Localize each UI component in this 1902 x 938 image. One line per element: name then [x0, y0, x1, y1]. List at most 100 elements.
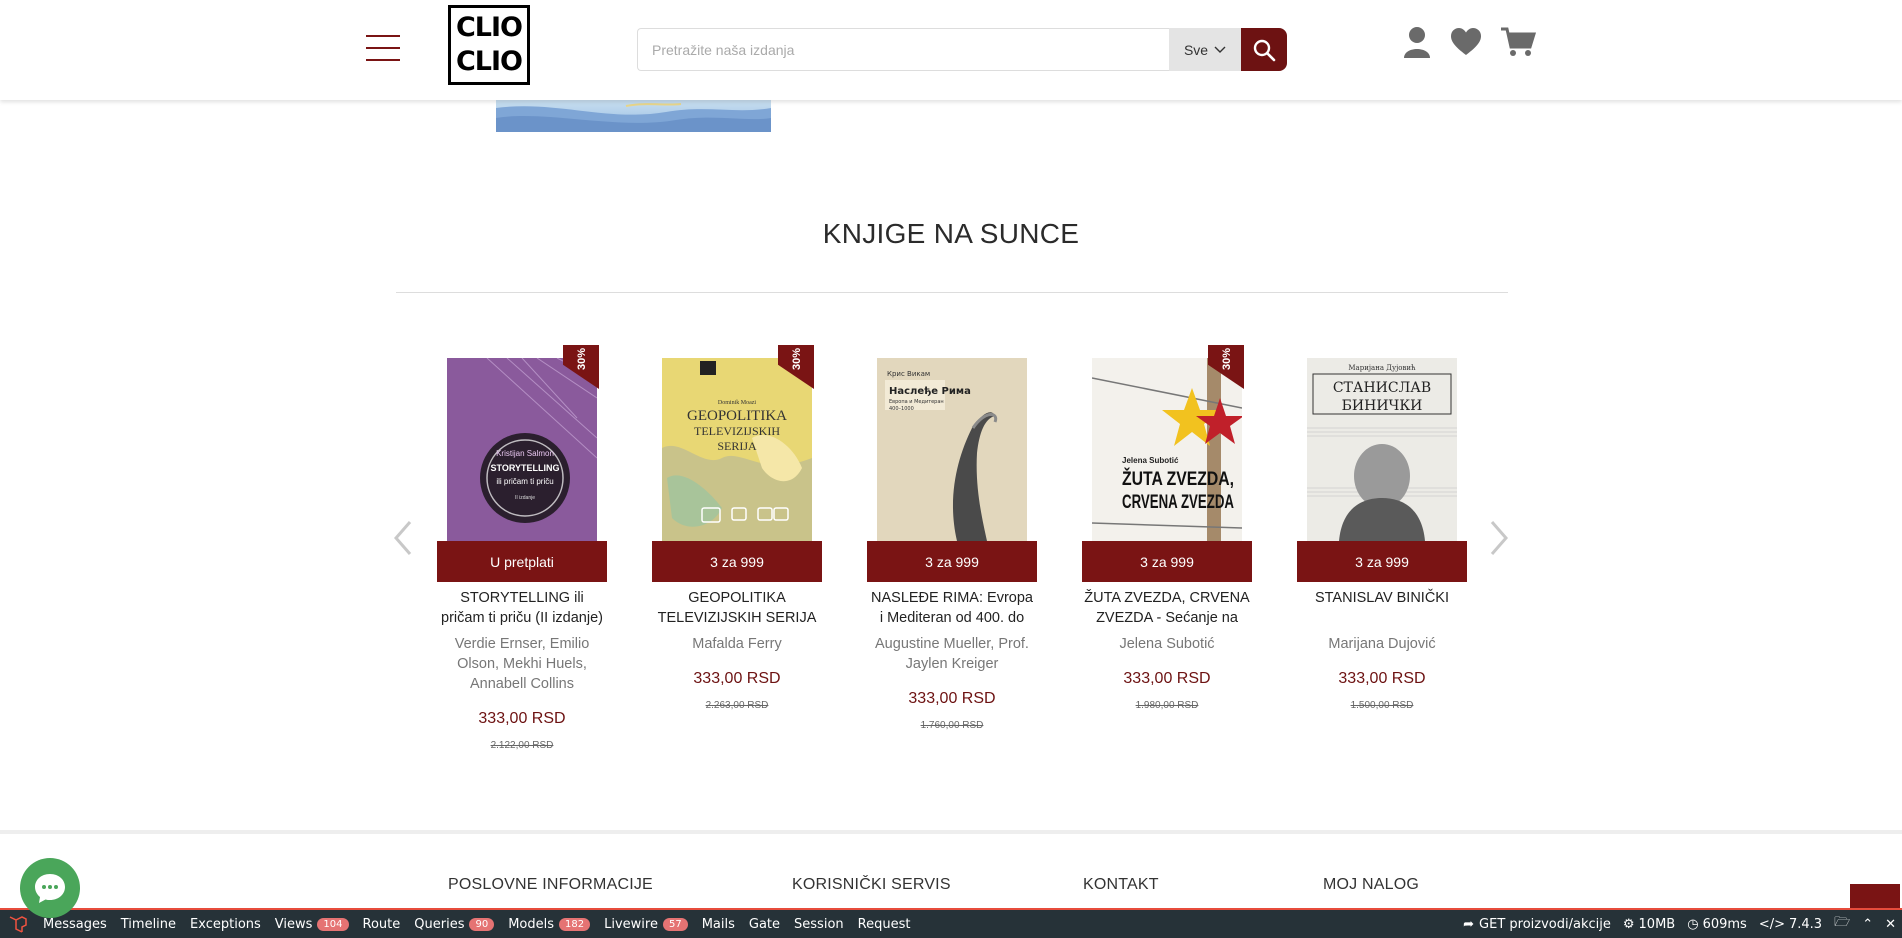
book-cover-image[interactable]: Dominik Moazi GEOPOLITIKA TELEVIZIJSKIH …	[662, 358, 812, 541]
debug-tab-models[interactable]: Models 182	[501, 910, 597, 938]
debug-memory: ⚙ 10MB	[1617, 910, 1681, 938]
footer-heading-business-info: POSLOVNE INFORMACIJE	[448, 876, 653, 893]
chevron-up-icon[interactable]: ⌃	[1856, 910, 1879, 938]
site-header: CLIO CLIO Sve	[0, 0, 1902, 100]
debug-php-version: </> 7.4.3	[1753, 910, 1828, 938]
close-icon[interactable]: ✕	[1879, 910, 1902, 938]
user-icon[interactable]	[1402, 26, 1432, 58]
cover-author: Jelena Subotić	[1122, 456, 1179, 465]
chat-widget-button[interactable]	[20, 858, 80, 918]
product-old-price: 2.122,00 RSD	[490, 740, 554, 751]
product-title[interactable]: STANISLAV BINIČKI	[1297, 588, 1467, 628]
debug-bar: Messages Timeline Exceptions Views 104 Ro…	[0, 908, 1902, 938]
search-icon	[1253, 39, 1276, 61]
debug-tab-livewire[interactable]: Livewire 57	[597, 910, 695, 938]
laravel-logo-icon[interactable]	[0, 910, 36, 938]
debug-tab-label: Views	[274, 916, 313, 932]
cover-years: 400–1000	[889, 406, 914, 412]
chevron-right-icon	[1490, 521, 1508, 555]
debug-count-badge: 57	[662, 917, 688, 931]
debug-php-label: 7.4.3	[1788, 916, 1823, 932]
debug-time: ◷ 609ms	[1681, 910, 1753, 938]
section-title: KNJIGE NA SUNCE	[822, 218, 1080, 249]
product-title[interactable]: ŽUTA ZVEZDA, CRVENA ZVEZDA - Sećanje na …	[1082, 588, 1252, 628]
logo-text-top: CLIO	[455, 12, 523, 43]
promo-badge[interactable]: 3 za 999	[652, 541, 822, 582]
cover-subtitle: Европа и Медитеран	[889, 399, 944, 405]
debug-count-badge: 90	[469, 917, 495, 931]
heart-icon[interactable]	[1450, 27, 1482, 57]
section-divider	[396, 292, 1508, 293]
cart-icon[interactable]	[1500, 26, 1536, 58]
product-card[interactable]: Kristijan Salmon STORYTELLING ili pričam…	[437, 345, 607, 751]
product-price: 333,00 RSD	[1123, 670, 1211, 687]
debug-memory-label: 10MB	[1638, 916, 1676, 932]
cogs-icon: ⚙	[1622, 916, 1635, 932]
book-cover-image[interactable]: Jelena Subotić ŽUTA ZVEZDA, CRVENA ZVEZD…	[1092, 358, 1242, 541]
cover-title: STORYTELLING	[490, 463, 559, 473]
debug-tab-timeline[interactable]: Timeline	[114, 910, 183, 938]
code-icon: </>	[1758, 916, 1785, 932]
product-title[interactable]: NASLEĐE RIMA: Evropa i Mediteran od 400.…	[867, 588, 1037, 628]
carousel-next-arrow[interactable]	[1488, 520, 1510, 561]
debug-count-badge: 104	[317, 917, 349, 931]
header-icons	[1402, 26, 1536, 58]
product-card[interactable]: Dominik Moazi GEOPOLITIKA TELEVIZIJSKIH …	[652, 345, 822, 751]
search-bar: Sve	[637, 28, 1287, 71]
site-logo[interactable]: CLIO CLIO	[448, 5, 530, 85]
debug-tab-label: Queries	[414, 916, 465, 932]
search-button[interactable]	[1241, 28, 1287, 71]
book-cover-image[interactable]: Маријана Дујовић СТАНИСЛАВ БИНИЧКИ	[1307, 358, 1457, 541]
product-author: Verdie Ernser, Emilio Olson, Mekhi Huels…	[454, 636, 590, 692]
product-title[interactable]: STORYTELLING ili pričam ti priču (II izd…	[437, 588, 607, 628]
book-cover-image[interactable]: Kristijan Salmon STORYTELLING ili pričam…	[447, 358, 597, 541]
product-price: 333,00 RSD	[693, 670, 781, 687]
cover-author: Dominik Moazi	[718, 400, 756, 406]
product-card[interactable]: Jelena Subotić ŽUTA ZVEZDA, CRVENA ZVEZD…	[1082, 345, 1252, 751]
scroll-to-top-button[interactable]	[1850, 884, 1900, 910]
footer-heading-my-account: MOJ NALOG	[1323, 876, 1420, 893]
debug-tab-gate[interactable]: Gate	[742, 910, 787, 938]
folder-open-icon[interactable]: 🗁	[1828, 910, 1856, 938]
promo-badge[interactable]: 3 za 999	[1082, 541, 1252, 582]
chevron-down-icon	[1214, 46, 1226, 53]
cover-title: Наслеђе Рима	[889, 385, 971, 397]
debug-tab-views[interactable]: Views 104	[268, 910, 356, 938]
promo-badge[interactable]: 3 za 999	[867, 541, 1037, 582]
debug-tab-request[interactable]: Request	[851, 910, 918, 938]
product-card[interactable]: Маријана Дујовић СТАНИСЛАВ БИНИЧКИ 3 za …	[1297, 345, 1467, 751]
debug-tab-label: Gate	[748, 916, 781, 932]
product-author: Marijana Dujović	[1328, 636, 1436, 652]
search-category-select[interactable]: Sve	[1169, 28, 1241, 71]
cover-subtitle: TELEVIZIJSKIH	[694, 424, 780, 438]
debug-tab-route[interactable]: Route	[356, 910, 408, 938]
product-title[interactable]: GEOPOLITIKA TELEVIZIJSKIH SERIJA	[652, 588, 822, 628]
discount-label: 30%	[791, 347, 803, 371]
promo-badge[interactable]: 3 za 999	[1297, 541, 1467, 582]
product-card[interactable]: Крис Викам Наслеђе Рима Европа и Медитер…	[867, 345, 1037, 751]
debug-tab-mails[interactable]: Mails	[695, 910, 742, 938]
product-old-price: 1.980,00 RSD	[1135, 700, 1199, 711]
chat-bubble-icon	[35, 874, 65, 903]
promo-badge[interactable]: U pretplati	[437, 541, 607, 582]
cover-author: Kristijan Salmon	[496, 449, 554, 458]
debug-tab-queries[interactable]: Queries 90	[407, 910, 501, 938]
book-cover-image[interactable]: Крис Викам Наслеђе Рима Европа и Медитер…	[877, 358, 1027, 541]
debug-tab-session[interactable]: Session	[787, 910, 851, 938]
cover-subtitle: БИНИЧКИ	[1342, 398, 1423, 414]
product-price: 333,00 RSD	[478, 710, 566, 727]
search-input[interactable]	[637, 28, 1169, 71]
debug-tab-exceptions[interactable]: Exceptions	[183, 910, 268, 938]
cover-title: ŽUTA ZVEZDA,	[1122, 468, 1234, 490]
debug-tab-label: Models	[508, 916, 555, 932]
chevron-left-icon	[394, 521, 412, 555]
hamburger-menu-icon[interactable]	[366, 35, 400, 63]
logo-text-bottom: CLIO	[455, 46, 523, 77]
debug-route[interactable]: ➦ GET proizvodi/akcije	[1457, 910, 1617, 938]
product-old-price: 1.500,00 RSD	[1350, 700, 1414, 711]
carousel-prev-arrow[interactable]	[392, 520, 414, 561]
debug-tab-label: Mails	[701, 916, 735, 932]
product-old-price: 2.263,00 RSD	[705, 700, 769, 711]
promo-banner-image[interactable]	[496, 100, 771, 132]
discount-label: 30%	[576, 347, 588, 371]
